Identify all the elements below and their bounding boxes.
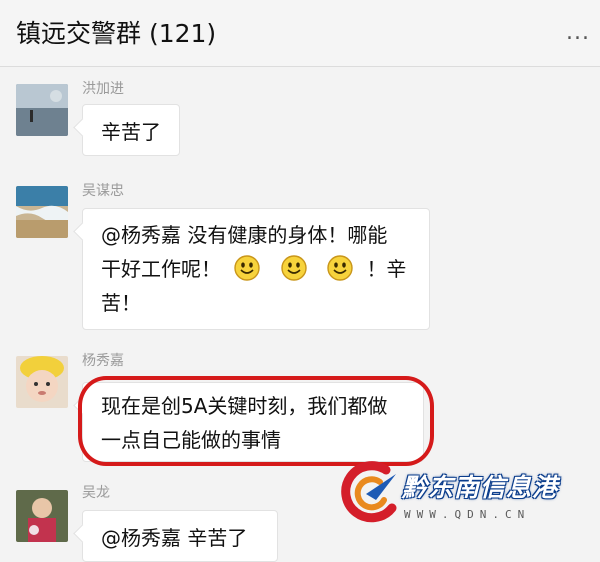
message-bubble[interactable]: @杨秀嘉 没有健康的身体！哪能 干好工作呢！ ！辛 苦！ bbox=[82, 208, 430, 330]
sender-name: 洪加进 bbox=[82, 81, 124, 97]
message-text-line: 苦！ bbox=[101, 291, 141, 315]
message-bubble[interactable]: @杨秀嘉 辛苦了 bbox=[82, 510, 278, 562]
smiley-emoji-icon bbox=[281, 255, 307, 281]
avatar[interactable] bbox=[16, 84, 68, 136]
watermark-name: 黔东南信息港 bbox=[402, 473, 559, 502]
chat-header: 镇远交警群 (121) ... bbox=[0, 0, 600, 67]
chat-title: 镇远交警群 (121) bbox=[16, 19, 217, 48]
message-text: 辛苦了 bbox=[101, 120, 161, 144]
message-text-line: 干好工作呢！ ！辛 bbox=[101, 255, 407, 281]
sender-name: 吴龙 bbox=[82, 485, 110, 501]
highlight-annotation bbox=[78, 376, 434, 466]
avatar[interactable] bbox=[16, 490, 68, 542]
avatar[interactable] bbox=[16, 356, 68, 408]
watermark-url: WWW.QDN.CN bbox=[404, 508, 531, 521]
watermark-logo-icon bbox=[341, 461, 397, 523]
smiley-emoji-icon bbox=[327, 255, 353, 281]
message-text-line: @杨秀嘉 没有健康的身体！哪能 bbox=[101, 223, 388, 247]
sender-name: 吴谋忠 bbox=[82, 183, 124, 199]
more-options-icon[interactable]: ... bbox=[566, 22, 590, 44]
avatar[interactable] bbox=[16, 186, 68, 238]
message-bubble[interactable]: 辛苦了 bbox=[82, 104, 180, 156]
smiley-emoji-icon bbox=[234, 255, 261, 281]
watermark: 黔东南信息港 WWW.QDN.CN bbox=[340, 456, 595, 536]
sender-name: 杨秀嘉 bbox=[82, 353, 124, 369]
message-text: @杨秀嘉 辛苦了 bbox=[101, 526, 248, 550]
